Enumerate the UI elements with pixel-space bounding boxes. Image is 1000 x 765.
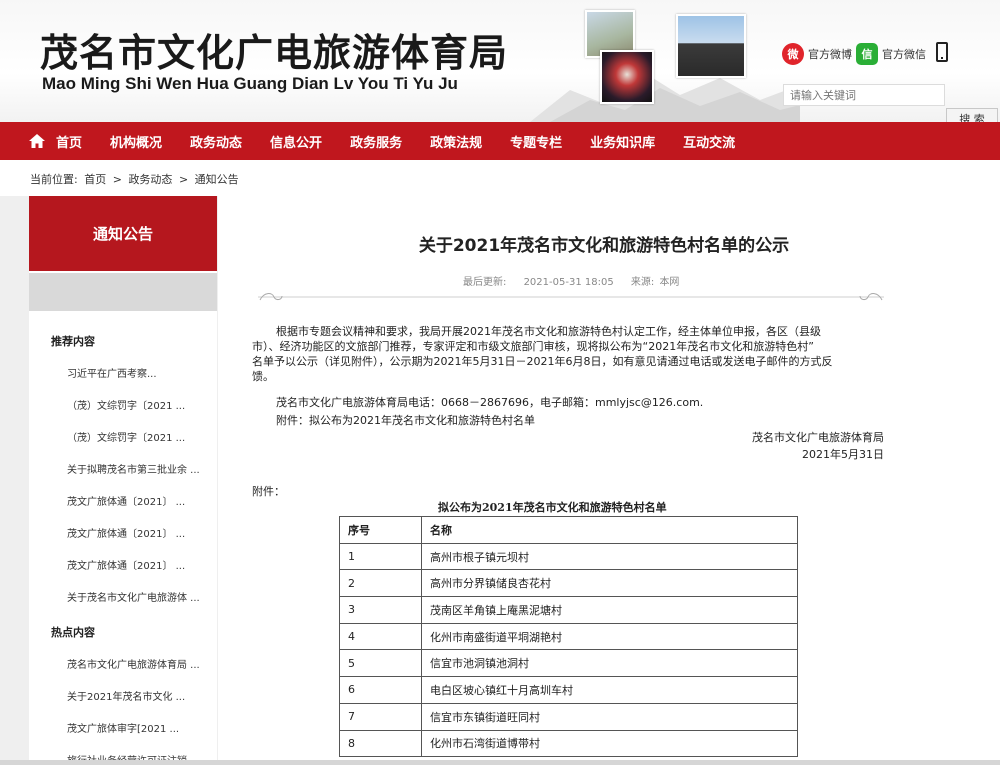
nav-item-knowledge[interactable]: 业务知识库 — [590, 132, 655, 151]
article-panel: 关于2021年茂名市文化和旅游特色村名单的公示 最后更新: 2021-05-31… — [218, 196, 1000, 765]
sidebar-link[interactable]: 关于茂名市文化广电旅游体 ... — [29, 589, 217, 604]
nav-item-interaction[interactable]: 互动交流 — [683, 132, 735, 151]
table-title: 拟公布为2021年茂名市文化和旅游特色村名单 — [438, 501, 667, 514]
sidebar-section-recommended: 推荐内容 — [51, 335, 95, 348]
cell-index: 8 — [339, 729, 422, 758]
article-meta: 最后更新: 2021-05-31 18:05 来源: 本网 — [463, 273, 693, 288]
cell-index: 4 — [339, 622, 422, 651]
cell-index: 7 — [339, 702, 422, 731]
wechat-link[interactable]: 信 官方微信 — [856, 43, 926, 65]
site-title-cn: 茂名市文化广电旅游体育局 — [40, 31, 509, 75]
updated-label: 最后更新: — [463, 277, 507, 288]
table-row: 7 信宜市东镇街道旺同村 — [339, 702, 798, 731]
home-icon — [29, 134, 45, 148]
cell-index: 1 — [339, 542, 422, 571]
sidebar-section-hot: 热点内容 — [51, 626, 95, 639]
contact-line: 茂名市文化广电旅游体育局电话：0668－2867696，电子邮箱：mmlyjsc… — [276, 396, 704, 409]
weibo-label: 官方微博 — [808, 48, 852, 61]
paragraph-line: 根据市专题会议精神和要求，我局开展2021年茂名市文化和旅游特色村认定工作，经主… — [276, 325, 821, 338]
weibo-link[interactable]: 微 官方微博 — [782, 43, 852, 65]
mountain-decoration — [530, 70, 800, 122]
sidebar-link[interactable]: 茂文广旅体审字[2021 ... — [29, 720, 217, 735]
sidebar-link[interactable]: 关于拟聘茂名市第三批业余 ... — [29, 461, 217, 476]
nav-label: 首页 — [56, 135, 83, 151]
main-nav: 首页 机构概况 政务动态 信息公开 政务服务 政策法规 专题专栏 业务知识库 互… — [0, 122, 1000, 160]
breadcrumb-prefix: 当前位置: — [30, 173, 78, 186]
cell-name: 高州市分界镇储良杏花村 — [421, 569, 798, 598]
search-input[interactable] — [783, 84, 945, 106]
cell-name: 茂南区羊角镇上庵黑泥塘村 — [421, 596, 798, 624]
village-table: 序号 名称 1 高州市根子镇元坝村 2 高州市分界镇储良杏花村 3 茂南区羊角镇上庵黑… — [339, 516, 798, 758]
mobile-icon[interactable] — [936, 42, 948, 62]
breadcrumb: 当前位置: 首页 > 政务动态 > 通知公告 — [30, 171, 242, 187]
horizontal-scrollbar[interactable] — [0, 760, 1000, 765]
sidebar-link[interactable]: 茂名市文化广电旅游体育局 ... — [29, 656, 217, 671]
paragraph-line: 市）、经济功能区的文旅部门推荐，专家评定和市级文旅部门审核，现将拟公布为“202… — [252, 340, 814, 353]
nav-item-home[interactable]: 首页 — [28, 132, 82, 151]
cell-name: 化州市石湾街道博带村 — [421, 729, 798, 758]
cell-index: 5 — [339, 649, 422, 678]
cell-name: 高州市根子镇元坝村 — [421, 542, 798, 571]
sidebar-link[interactable]: （茂）文综罚字〔2021 ... — [29, 397, 217, 412]
sidebar-link[interactable]: （茂）文综罚字〔2021 ... — [29, 429, 217, 444]
updated-value: 2021-05-31 18:05 — [523, 277, 614, 288]
opera-photo — [600, 50, 654, 104]
cell-index: 6 — [339, 676, 422, 704]
nav-item-policy[interactable]: 政策法规 — [430, 132, 482, 151]
sidebar-link[interactable]: 习近平在广西考察... — [29, 365, 217, 380]
table-row: 6 电白区坡心镇红十月高圳车村 — [339, 676, 798, 704]
header-name: 名称 — [421, 516, 798, 544]
signature-date: 2021年5月31日 — [802, 448, 884, 461]
table-row: 8 化州市石湾街道博带村 — [339, 729, 798, 758]
nav-item-topics[interactable]: 专题专栏 — [510, 132, 562, 151]
header-index: 序号 — [339, 516, 422, 544]
cell-index: 3 — [339, 596, 422, 624]
table-row: 2 高州市分界镇储良杏花村 — [339, 569, 798, 598]
cell-name: 信宜市池洞镇池洞村 — [421, 649, 798, 678]
article-title: 关于2021年茂名市文化和旅游特色村名单的公示 — [418, 236, 790, 256]
nav-item-news[interactable]: 政务动态 — [190, 132, 242, 151]
wechat-icon: 信 — [856, 43, 878, 65]
site-title-en: Mao Ming Shi Wen Hua Guang Dian Lv You T… — [42, 74, 458, 93]
nav-item-disclosure[interactable]: 信息公开 — [270, 132, 322, 151]
table-row: 1 高州市根子镇元坝村 — [339, 542, 798, 571]
cell-name: 化州市南盛街道平垌湖艳村 — [421, 622, 798, 651]
paragraph-line: 名单予以公示（详见附件），公示期为2021年5月31日－2021年6月8日，如有… — [252, 355, 833, 368]
wechat-label: 官方微信 — [882, 48, 926, 61]
table-header-row: 序号 名称 — [339, 516, 798, 544]
sidebar-spacer — [29, 273, 217, 311]
breadcrumb-home[interactable]: 首页 — [84, 173, 106, 186]
sidebar-link[interactable]: 茂文广旅体通〔2021〕 ... — [29, 525, 217, 540]
table-row: 5 信宜市池洞镇池洞村 — [339, 649, 798, 678]
weibo-icon: 微 — [782, 43, 804, 65]
breadcrumb-sep: > — [112, 173, 122, 186]
site-header: 茂名市文化广电旅游体育局 Mao Ming Shi Wen Hua Guang … — [0, 0, 1000, 130]
cell-index: 2 — [339, 569, 422, 598]
attachment-line[interactable]: 附件：拟公布为2021年茂名市文化和旅游特色村名单 — [252, 413, 884, 428]
breadcrumb-sep: > — [178, 173, 189, 186]
breadcrumb-current[interactable]: 通知公告 — [195, 173, 239, 186]
signature: 茂名市文化广电旅游体育局 — [752, 431, 884, 444]
sidebar-link[interactable]: 茂文广旅体通〔2021〕 ... — [29, 557, 217, 572]
nav-item-org[interactable]: 机构概况 — [110, 132, 162, 151]
sidebar-link[interactable]: 茂文广旅体通〔2021〕 ... — [29, 493, 217, 508]
breadcrumb-news[interactable]: 政务动态 — [128, 173, 172, 186]
source-label: 来源: — [630, 277, 655, 288]
cell-name: 信宜市东镇街道旺同村 — [421, 702, 798, 731]
sidebar-link[interactable]: 关于2021年茂名市文化 ... — [29, 688, 217, 703]
table-row: 4 化州市南盛街道平垌湖艳村 — [339, 622, 798, 651]
cell-name: 电白区坡心镇红十月高圳车村 — [421, 676, 798, 704]
paragraph-line: 馈。 — [252, 370, 274, 383]
source-value: 本网 — [659, 277, 680, 288]
nav-item-services[interactable]: 政务服务 — [350, 132, 402, 151]
title-divider — [258, 293, 884, 301]
attachment-label: 附件： — [252, 485, 285, 498]
statue-photo — [676, 14, 746, 78]
sidebar: 通知公告 推荐内容 习近平在广西考察... （茂）文综罚字〔2021 ... （… — [29, 196, 217, 765]
sidebar-heading[interactable]: 通知公告 — [29, 196, 217, 271]
table-row: 3 茂南区羊角镇上庵黑泥塘村 — [339, 596, 798, 624]
